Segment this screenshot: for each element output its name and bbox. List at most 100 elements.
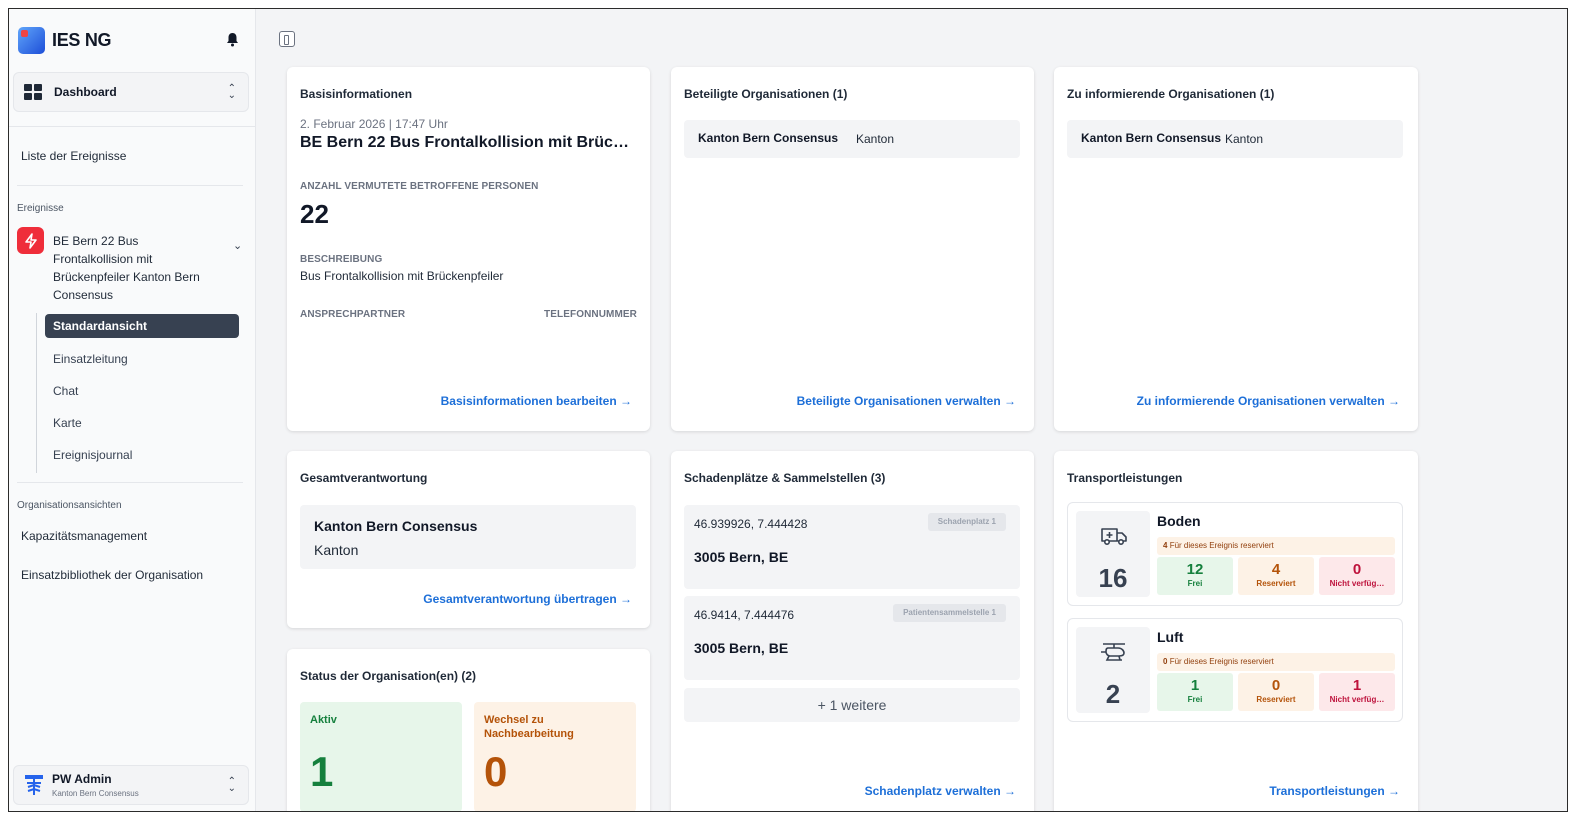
nav-event-list[interactable]: Liste der Ereignisse bbox=[21, 149, 126, 163]
reserved-count: 0 bbox=[1163, 657, 1168, 666]
reserved-text: Für dieses Ereignis reserviert bbox=[1169, 657, 1274, 666]
transport-type: Boden bbox=[1157, 513, 1201, 529]
stat-reserved: 0 Reserviert bbox=[1238, 673, 1314, 711]
status-switch[interactable]: Wechsel zu Nachbearbeitung 0 bbox=[474, 702, 636, 811]
transfer-responsibility-link[interactable]: Gesamtverantwortung übertragen → bbox=[423, 592, 632, 606]
card-title: Status der Organisation(en) (2) bbox=[300, 669, 477, 683]
affected-count: 22 bbox=[300, 199, 329, 229]
sidebar-divider bbox=[17, 482, 243, 483]
status-active-count: 1 bbox=[310, 748, 334, 795]
phone-label: TELEFONNUMMER bbox=[544, 309, 637, 320]
user-name: PW Admin bbox=[52, 772, 112, 786]
stat-label: Nicht verfüg… bbox=[1329, 579, 1385, 588]
manage-sites-link[interactable]: Schadenplatz verwalten → bbox=[865, 784, 1016, 798]
user-menu[interactable]: PW Admin Kanton Bern Consensus ⌃ ⌄ bbox=[13, 765, 249, 805]
lightning-icon bbox=[17, 227, 44, 254]
subnav-karte[interactable]: Karte bbox=[45, 411, 239, 435]
transport-ground[interactable]: 16 Boden 4 Für dieses Ereignis reservier… bbox=[1067, 502, 1403, 606]
sidebar-divider bbox=[17, 185, 243, 186]
stat-label: Reserviert bbox=[1256, 695, 1296, 704]
event-title: BE Bern 22 Bus Frontalkollision mit Brüc… bbox=[300, 134, 635, 151]
app-name: IES NG bbox=[52, 30, 112, 50]
stat-free: 12 Frei bbox=[1157, 557, 1233, 595]
more-sites-button[interactable]: + 1 weitere bbox=[684, 688, 1020, 722]
nav-einsatzbibliothek[interactable]: Einsatzbibliothek der Organisation bbox=[21, 568, 203, 582]
status-active[interactable]: Aktiv 1 bbox=[300, 702, 462, 811]
org-name: Kanton Bern Consensus bbox=[1081, 131, 1222, 145]
chevron-updown-icon: ⌃ ⌄ bbox=[227, 776, 236, 794]
ambulance-icon bbox=[1101, 528, 1127, 546]
stat-unavailable: 0 Nicht verfüg… bbox=[1319, 557, 1395, 595]
view-switcher[interactable]: Dashboard ⌃ ⌄ bbox=[13, 72, 249, 112]
status-switch-count: 0 bbox=[484, 748, 508, 795]
reserved-banner: 0 Für dieses Ereignis reserviert bbox=[1157, 653, 1395, 671]
stat-unavailable: 1 Nicht verfüg… bbox=[1319, 673, 1395, 711]
stat-value: 1 bbox=[1190, 677, 1200, 694]
user-org: Kanton Bern Consensus bbox=[52, 789, 139, 798]
events-section-title: Ereignisse bbox=[17, 203, 64, 214]
chevron-down-icon[interactable]: ⌄ bbox=[233, 239, 242, 252]
site-coords: 46.939926, 7.444428 bbox=[694, 517, 808, 531]
reserved-count: 4 bbox=[1163, 541, 1168, 550]
site-coords: 46.9414, 7.444476 bbox=[694, 608, 795, 622]
bell-icon[interactable] bbox=[226, 32, 239, 47]
nav-kapazitaetsmanagement[interactable]: Kapazitätsmanagement bbox=[21, 529, 147, 543]
transport-link[interactable]: Transportleistungen → bbox=[1269, 784, 1400, 798]
stat-label: Frei bbox=[1187, 579, 1203, 588]
site-item[interactable]: 46.939926, 7.444428 Schadenplatz 1 3005 … bbox=[684, 505, 1020, 589]
reserved-text: Für dieses Ereignis reserviert bbox=[1169, 541, 1274, 550]
org-row[interactable]: Kanton Bern Consensus Kanton bbox=[684, 120, 1020, 158]
sites-card: Schadenplätze & Sammelstellen (3) 46.939… bbox=[671, 451, 1034, 811]
participating-orgs-card: Beteiligte Organisationen (1) Kanton Ber… bbox=[671, 67, 1034, 431]
subnav-chat[interactable]: Chat bbox=[45, 379, 239, 403]
status-active-label: Aktiv bbox=[310, 714, 337, 726]
subnav-einsatzleitung[interactable]: Einsatzleitung bbox=[45, 347, 239, 371]
manage-participating-link[interactable]: Beteiligte Organisationen verwalten → bbox=[797, 394, 1016, 408]
card-title: Basisinformationen bbox=[300, 87, 413, 101]
org-status-card: Status der Organisation(en) (2) Aktiv 1 … bbox=[287, 649, 650, 811]
org-crest-icon bbox=[25, 775, 43, 795]
org-name: Kanton Bern Consensus bbox=[314, 518, 478, 534]
site-address: 3005 Bern, BE bbox=[694, 549, 789, 565]
transport-air[interactable]: 2 Luft 0 Für dieses Ereignis reserviert … bbox=[1067, 618, 1403, 722]
stat-value: 0 bbox=[1271, 677, 1281, 694]
dashboard-icon bbox=[24, 84, 42, 100]
responsible-org: Kanton Bern Consensus Kanton bbox=[300, 505, 636, 569]
org-name: Kanton Bern Consensus bbox=[698, 131, 839, 145]
subnav-standardansicht[interactable]: Standardansicht bbox=[45, 314, 239, 338]
ies-logo bbox=[18, 27, 45, 54]
stat-value: 12 bbox=[1186, 561, 1204, 578]
transport-total-box: 16 bbox=[1076, 511, 1150, 597]
helicopter-icon bbox=[1101, 643, 1125, 661]
transport-card: Transportleistungen 16 Boden 4 Für diese… bbox=[1054, 451, 1418, 811]
edit-basis-link[interactable]: Basisinformationen bearbeiten → bbox=[441, 394, 632, 408]
inform-orgs-card: Zu informierende Organisationen (1) Kant… bbox=[1054, 67, 1418, 431]
site-address: 3005 Bern, BE bbox=[694, 640, 789, 656]
sidebar-toggle-icon[interactable] bbox=[279, 31, 295, 47]
site-item[interactable]: 46.9414, 7.444476 Patientensammelstelle … bbox=[684, 596, 1020, 680]
site-badge: Schadenplatz 1 bbox=[927, 513, 1006, 531]
transport-total: 2 bbox=[1105, 679, 1121, 709]
transport-total-box: 2 bbox=[1076, 627, 1150, 713]
stat-label: Reserviert bbox=[1256, 579, 1296, 588]
stat-reserved: 4 Reserviert bbox=[1238, 557, 1314, 595]
overall-responsibility-card: Gesamtverantwortung Kanton Bern Consensu… bbox=[287, 451, 650, 628]
transport-type: Luft bbox=[1157, 629, 1184, 645]
brand[interactable]: IES NG bbox=[18, 27, 112, 54]
event-name: BE Bern 22 Bus Frontalkollision mit Brüc… bbox=[53, 234, 200, 302]
event-date: 2. Februar 2026 | 17:47 Uhr bbox=[300, 117, 448, 131]
status-switch-label: Wechsel zu Nachbearbeitung bbox=[484, 714, 574, 740]
card-title: Beteiligte Organisationen (1) bbox=[684, 87, 848, 101]
stat-value: 1 bbox=[1352, 677, 1362, 694]
stat-value: 4 bbox=[1271, 561, 1281, 578]
subnav-ereignisjournal[interactable]: Ereignisjournal bbox=[45, 443, 239, 467]
chevron-updown-icon: ⌃ ⌄ bbox=[227, 83, 236, 101]
org-row[interactable]: Kanton Bern Consensus Kanton bbox=[1067, 120, 1403, 158]
count-label: ANZAHL VERMUTETE BETROFFENE PERSONEN bbox=[300, 181, 539, 192]
view-switcher-label: Dashboard bbox=[54, 85, 117, 99]
contact-label: ANSPRECHPARTNER bbox=[300, 309, 406, 320]
manage-inform-link[interactable]: Zu informierende Organisationen verwalte… bbox=[1137, 394, 1400, 408]
card-title: Gesamtverantwortung bbox=[300, 471, 428, 485]
reserved-banner: 4 Für dieses Ereignis reserviert bbox=[1157, 537, 1395, 555]
basis-card: Basisinformationen 2. Februar 2026 | 17:… bbox=[287, 67, 650, 431]
